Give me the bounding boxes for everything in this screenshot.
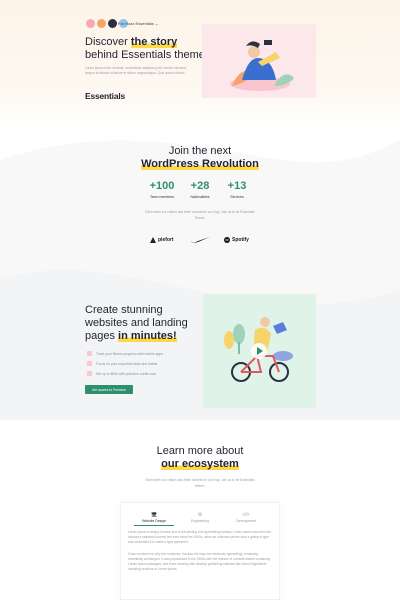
join-title-highlight: WordPress Revolution: [141, 158, 259, 170]
tab-label: Engineering: [190, 519, 210, 523]
tab-label: Development: [236, 519, 256, 523]
learn-text: Each week our editors add fresh content …: [145, 478, 255, 488]
check-icon: [87, 361, 92, 366]
ecosystem-paragraph-2: It has survived not only five centuries,…: [128, 552, 271, 571]
brand-nike[interactable]: [190, 237, 210, 243]
brand-piefort[interactable]: piefort: [150, 237, 174, 243]
tab-label: Website Design: [142, 519, 166, 523]
tab-engineering[interactable]: ⚙ Engineering: [180, 512, 220, 523]
brand-name: Spotify: [232, 237, 249, 243]
brand-name: piefort: [158, 237, 174, 243]
join-text: Each week our editors add fresh content …: [145, 210, 255, 220]
checklist-item: Set up to $50k with premium credit card: [87, 371, 156, 376]
join-title-pre: Join the next: [168, 145, 232, 157]
check-icon: [87, 351, 92, 356]
hero-title: Discover the story behind Essentials the…: [85, 36, 205, 62]
essentials-wordmark: Essentials: [85, 91, 126, 101]
hero-text: Lorem ipsum dolor sit amet, consectetur …: [85, 66, 186, 76]
logo-dot-pink: [86, 19, 95, 28]
stat-services: +13 Services: [207, 180, 267, 199]
nike-swoosh-icon: [191, 237, 210, 243]
hero-illustration: [202, 24, 316, 98]
checklist-item: Track your fitness progress with mobile …: [87, 351, 163, 356]
hero-title-post: behind Essentials theme: [85, 49, 205, 61]
hero-title-pre: Discover: [85, 36, 131, 48]
join-title: Join the next WordPress Revolution: [0, 145, 400, 171]
gear-icon: ⚙: [197, 512, 203, 518]
piefort-icon: [150, 237, 156, 243]
learn-title-pre: Learn more about: [156, 445, 244, 457]
monitor-icon: 🖥: [150, 512, 158, 518]
checklist-text: Track your fitness progress with mobile …: [96, 351, 163, 356]
create-title: Create stunning websites and landing pag…: [85, 304, 205, 343]
tab-website-design[interactable]: 🖥 Website Design: [134, 512, 174, 526]
stat-number: +13: [227, 180, 247, 192]
logo-dot-dark: [108, 19, 117, 28]
reading-person-illustration: [230, 40, 294, 91]
checklist-text: Set up to $50k with premium credit card: [96, 371, 156, 376]
stat-label: Services: [230, 195, 244, 199]
create-title-highlight: in minutes!: [118, 330, 177, 342]
spotify-icon: [224, 237, 230, 243]
learn-title-highlight: our ecosystem: [161, 458, 239, 470]
hero-background: [0, 0, 400, 130]
checklist-item: Focus on your important stats and habits: [87, 361, 157, 366]
video-illustration[interactable]: [203, 294, 316, 408]
ecosystem-paragraph-1: Lorem ipsum is simply dummy text of the …: [128, 530, 271, 544]
hero-title-highlight: the story: [130, 36, 178, 48]
code-icon: </>: [242, 512, 250, 518]
checklist-text: Focus on your important stats and habits: [96, 361, 158, 366]
brand-spotify[interactable]: Spotify: [224, 237, 249, 243]
learn-title: Learn more about our ecosystem: [0, 445, 400, 471]
get-premium-button[interactable]: Get access to Premium: [85, 385, 133, 394]
bicycle-rider-illustration: [224, 317, 293, 382]
tab-development[interactable]: </> Development: [226, 512, 266, 523]
logo-dot-orange: [97, 19, 106, 28]
check-icon: [87, 371, 92, 376]
brand-dropdown[interactable]: For Hoax Essentials ⌄: [118, 21, 158, 26]
